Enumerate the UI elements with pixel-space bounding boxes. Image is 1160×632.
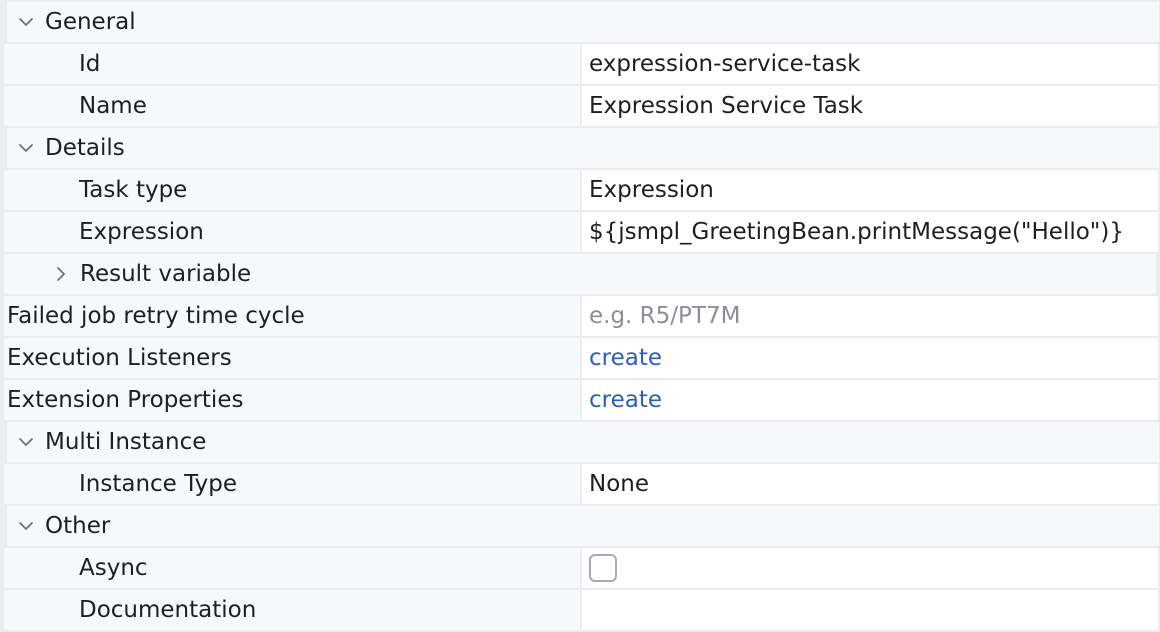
property-row-task-type: Task type Expression <box>0 170 1160 210</box>
category-result-variable-label: Result variable <box>80 261 252 287</box>
property-label-expression: Expression <box>4 212 580 252</box>
property-row-id: Id expression-service-task <box>0 44 1160 84</box>
instance-type-select[interactable]: None <box>582 464 1158 504</box>
category-other-header[interactable]: Other <box>7 506 1159 546</box>
category-general-header[interactable]: General <box>7 2 1159 42</box>
property-label-execution-listeners: Execution Listeners <box>4 338 580 378</box>
chevron-down-icon[interactable] <box>7 422 45 462</box>
property-label-extension-properties: Extension Properties <box>4 380 580 420</box>
async-checkbox[interactable] <box>589 554 617 582</box>
task-type-select[interactable]: Expression <box>582 170 1158 210</box>
property-row-failed-job-retry: Failed job retry time cycle e.g. R5/PT7M <box>0 296 1160 336</box>
property-row-name: Name Expression Service Task <box>0 86 1160 126</box>
id-field[interactable]: expression-service-task <box>582 44 1158 84</box>
category-other-label: Other <box>45 513 111 539</box>
property-label-async: Async <box>4 548 580 588</box>
expression-field[interactable]: ${jsmpl_GreetingBean.printMessage("Hello… <box>582 212 1158 252</box>
async-cell <box>582 548 1158 588</box>
failed-job-retry-field[interactable]: e.g. R5/PT7M <box>582 296 1158 336</box>
execution-listeners-create-link[interactable]: create <box>589 345 662 371</box>
category-details[interactable]: Details <box>0 128 1160 168</box>
property-label-instance-type: Instance Type <box>4 464 580 504</box>
documentation-field[interactable] <box>582 590 1158 630</box>
name-field[interactable]: Expression Service Task <box>582 86 1158 126</box>
properties-panel: General Id expression-service-task Name … <box>0 0 1160 632</box>
extension-properties-cell: create <box>582 380 1158 420</box>
chevron-right-icon[interactable] <box>42 254 80 294</box>
category-general[interactable]: General <box>0 2 1160 42</box>
property-label-failed-job-retry: Failed job retry time cycle <box>4 296 580 336</box>
property-label-id: Id <box>4 44 580 84</box>
category-result-variable-header[interactable]: Result variable <box>4 254 1156 294</box>
property-row-execution-listeners: Execution Listeners create <box>0 338 1160 378</box>
category-multi-instance-header[interactable]: Multi Instance <box>7 422 1159 462</box>
property-row-instance-type: Instance Type None <box>0 464 1160 504</box>
category-multi-instance[interactable]: Multi Instance <box>0 422 1160 462</box>
chevron-down-icon[interactable] <box>7 506 45 546</box>
property-row-extension-properties: Extension Properties create <box>0 380 1160 420</box>
chevron-down-icon[interactable] <box>7 2 45 42</box>
extension-properties-create-link[interactable]: create <box>589 387 662 413</box>
property-label-task-type: Task type <box>4 170 580 210</box>
execution-listeners-cell: create <box>582 338 1158 378</box>
property-label-name: Name <box>4 86 580 126</box>
category-general-label: General <box>45 9 136 35</box>
property-row-async: Async <box>0 548 1160 588</box>
property-label-documentation: Documentation <box>4 590 580 630</box>
category-details-header[interactable]: Details <box>7 128 1159 168</box>
property-row-expression: Expression ${jsmpl_GreetingBean.printMes… <box>0 212 1160 252</box>
chevron-down-icon[interactable] <box>7 128 45 168</box>
category-other[interactable]: Other <box>0 506 1160 546</box>
property-row-documentation: Documentation <box>0 590 1160 630</box>
category-details-label: Details <box>45 135 125 161</box>
category-result-variable[interactable]: Result variable <box>0 254 1160 294</box>
category-multi-instance-label: Multi Instance <box>45 429 207 455</box>
